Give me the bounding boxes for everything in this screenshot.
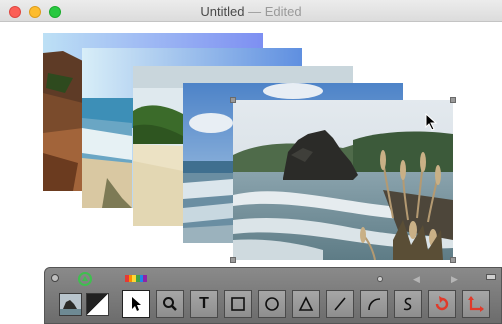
triangle-icon [298,296,314,311]
text-tool[interactable]: T [190,290,218,318]
document-name: Untitled [200,4,245,19]
palette-right-arrow-icon[interactable]: ▶ [451,274,458,285]
palette-home-icon[interactable] [78,272,92,286]
crop-icon [468,296,484,312]
arc-tool[interactable] [360,290,388,318]
crop-tool[interactable] [462,290,490,318]
title-separator: — [248,4,262,19]
arrow-icon [132,297,141,311]
oval-tool[interactable] [258,290,286,318]
squiggle-icon [403,297,412,311]
selection-handle-top-left[interactable] [230,97,236,103]
palette-size-dot[interactable] [377,276,383,282]
zoom-tool[interactable] [156,290,184,318]
text-icon: T [199,295,209,312]
mouse-cursor-icon [425,113,438,131]
selection-handle-top-right[interactable] [450,97,456,103]
selection-handle-bottom-left[interactable] [230,257,236,263]
stroke-fill-color-swatch[interactable] [86,293,109,316]
document-status: Edited [264,4,302,19]
tool-palette[interactable]: ◀ ▶ T [44,267,502,324]
square-icon [231,297,245,311]
spectrum-color-band [143,275,148,282]
window-title: Untitled — Edited [0,4,502,19]
select-arrow-tool[interactable] [122,290,150,318]
arc-icon [368,298,381,311]
palette-close-button[interactable] [51,274,59,282]
freehand-tool[interactable] [394,290,422,318]
lion-rock-beach-photo[interactable] [233,100,453,260]
line-tool[interactable] [326,290,354,318]
color-spectrum-icon[interactable] [125,275,148,282]
rotate-tool[interactable] [428,290,456,318]
circle-icon [265,297,279,311]
magnifier-icon [163,297,177,311]
rectangle-tool[interactable] [224,290,252,318]
image-thumbnail[interactable] [59,293,82,316]
selection-handle-bottom-right[interactable] [450,257,456,263]
rotate-icon [435,296,449,311]
window-titlebar[interactable]: Untitled — Edited [0,0,502,22]
line-icon [334,297,346,311]
palette-left-arrow-icon[interactable]: ◀ [413,274,420,285]
palette-menu-icon[interactable] [486,274,496,280]
triangle-tool[interactable] [292,290,320,318]
